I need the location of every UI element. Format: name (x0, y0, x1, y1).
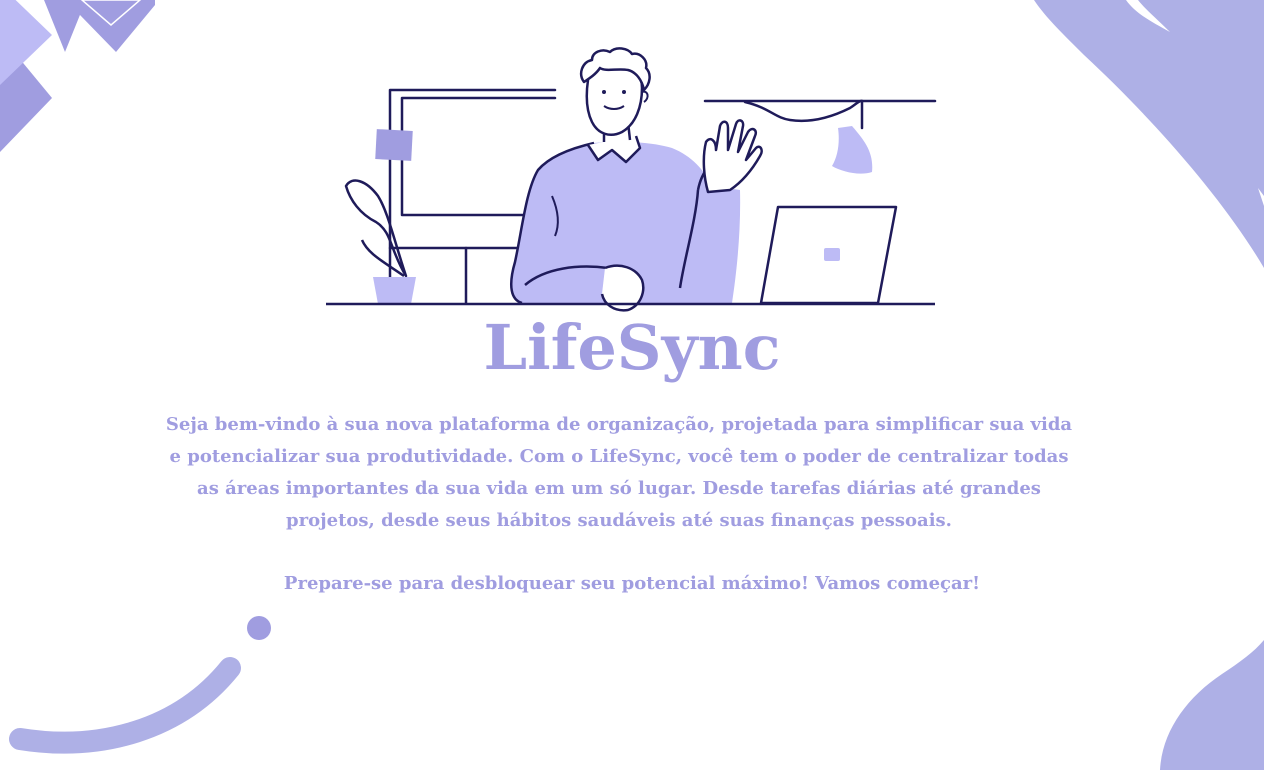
call-to-action-text: Prepare-se para desbloquear seu potencia… (283, 573, 981, 594)
app-title: LifeSync (483, 311, 781, 384)
man-waving-at-desk-illustration (326, 47, 937, 312)
welcome-intro-text: Seja bem-vindo à sua nova plataforma de … (165, 414, 1073, 531)
top-left-diamonds-decoration (0, 0, 155, 152)
bottom-right-blob-decoration (1160, 640, 1264, 770)
bottom-left-arc-decoration (9, 616, 271, 754)
top-right-brush-decoration (1034, 0, 1264, 268)
